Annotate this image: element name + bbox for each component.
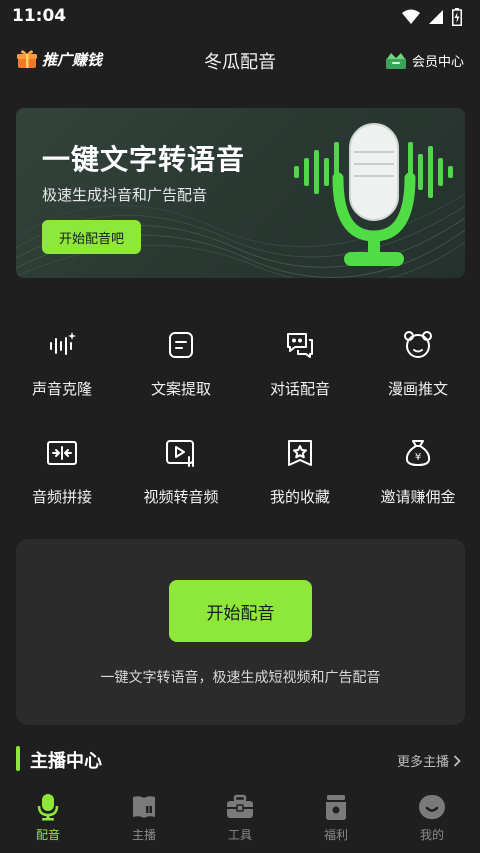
audio-merge-icon: [45, 436, 79, 470]
more-anchors-label: 更多主播: [396, 755, 449, 770]
toolbox-icon: [225, 792, 255, 822]
chat-bubbles-icon: [283, 328, 317, 362]
profile-icon: [417, 792, 447, 822]
start-dubbing-button[interactable]: 开始配音: [169, 580, 312, 642]
status-bar: 11:04: [0, 0, 480, 36]
money-bag-icon: ¥: [401, 436, 435, 470]
banner-start-button[interactable]: 开始配音吧: [42, 220, 141, 254]
start-dubbing-card: 开始配音 一键文字转语音，极速生成短视频和广告配音: [16, 539, 465, 725]
section-accent-bar: [16, 746, 20, 771]
feature-comic-post[interactable]: 漫画推文: [358, 328, 478, 406]
more-anchors-link[interactable]: 更多主播: [397, 751, 461, 770]
feature-label: 文案提取: [150, 380, 211, 398]
feature-my-favorites[interactable]: 我的收藏: [240, 436, 360, 514]
nav-label: 我的: [419, 828, 444, 842]
svg-text:¥: ¥: [415, 452, 421, 463]
feature-video-to-audio[interactable]: 视频转音频: [121, 436, 241, 514]
anchor-book-icon: [129, 792, 159, 822]
banner-subtitle: 极速生成抖音和广告配音: [42, 186, 208, 204]
sound-wave-sparkle-icon: [45, 328, 79, 362]
nav-label: 主播: [131, 828, 156, 842]
banner-title: 一键文字转语音: [42, 143, 246, 176]
microphone-illustration-icon: [294, 123, 453, 266]
member-crown-icon: [385, 53, 406, 69]
section-title: 主播中心: [30, 751, 102, 772]
nav-tab-anchor[interactable]: 主播: [96, 792, 192, 850]
nav-tab-tools[interactable]: 工具: [192, 792, 288, 850]
nav-tab-mine[interactable]: 我的: [384, 792, 480, 850]
feature-label: 音频拼接: [31, 488, 92, 506]
text-extract-icon: [164, 328, 198, 362]
anchor-center-section: 主播中心 更多主播: [16, 744, 465, 774]
nav-label: 工具: [227, 828, 252, 842]
feature-label: 视频转音频: [143, 488, 219, 506]
top-header: 推广赚钱 冬瓜配音 会员中心: [0, 44, 480, 78]
status-icons: [402, 8, 462, 26]
feature-invite-earn[interactable]: ¥ 邀请赚佣金: [358, 436, 478, 514]
feature-text-extract[interactable]: 文案提取: [121, 328, 241, 406]
nav-tab-welfare[interactable]: 福利: [288, 792, 384, 850]
start-dubbing-description: 一键文字转语音，极速生成短视频和广告配音: [100, 670, 381, 686]
chevron-right-icon: [453, 754, 461, 767]
bottom-navigation: 配音 主播 工具 福利 我的: [0, 790, 480, 853]
member-center-label: 会员中心: [411, 54, 464, 70]
microphone-icon: [33, 792, 63, 822]
nav-tab-dubbing[interactable]: 配音: [0, 792, 96, 850]
nav-label: 福利: [323, 828, 348, 842]
video-to-audio-icon: [164, 436, 198, 470]
feature-label: 声音克隆: [31, 380, 92, 398]
promo-banner[interactable]: 一键文字转语音 极速生成抖音和广告配音 开始配音吧: [16, 108, 465, 278]
feature-label: 漫画推文: [387, 380, 448, 398]
feature-audio-merge[interactable]: 音频拼接: [2, 436, 122, 514]
status-time: 11:04: [12, 6, 67, 26]
feature-label: 邀请赚佣金: [380, 488, 456, 506]
feature-label: 我的收藏: [269, 488, 330, 506]
gift-jar-icon: [321, 792, 351, 822]
member-center-button[interactable]: 会员中心: [384, 50, 464, 70]
star-bookmark-icon: [283, 436, 317, 470]
wifi-icon: [402, 9, 420, 24]
feature-dialogue-dubbing[interactable]: 对话配音: [240, 328, 360, 406]
battery-icon: [452, 8, 462, 26]
feature-voice-clone[interactable]: 声音克隆: [2, 328, 122, 406]
bear-face-icon: [401, 328, 435, 362]
nav-label: 配音: [35, 828, 60, 842]
app-screen: 11:04 推广赚钱 冬瓜配音 会员中心 一键文字转语音 极速生成抖音和广告配音…: [0, 0, 480, 853]
feature-label: 对话配音: [269, 380, 330, 398]
signal-icon: [429, 10, 443, 24]
